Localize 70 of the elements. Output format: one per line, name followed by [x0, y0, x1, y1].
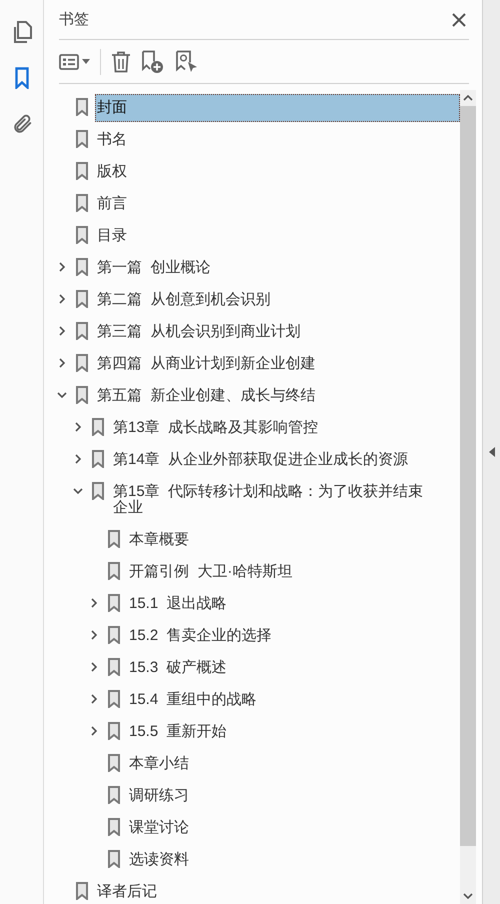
bookmark-icon	[76, 386, 88, 404]
bookmark-item[interactable]: 封面	[95, 94, 460, 122]
bookmark-item[interactable]: 开篇引例 大卫·哈特斯坦	[127, 558, 460, 586]
bookmark-icon	[76, 258, 88, 276]
chevron-right-icon[interactable]	[89, 597, 99, 609]
chevron-right-icon[interactable]	[89, 629, 99, 641]
bookmark-item[interactable]: 15.2 售卖企业的选择	[127, 622, 460, 650]
bookmark-icon	[108, 786, 120, 804]
chevron-right-icon[interactable]	[57, 261, 67, 273]
bookmark-icon	[76, 354, 88, 372]
bookmark-item[interactable]: 15.3 破产概述	[127, 654, 460, 682]
chevron-right-icon[interactable]	[57, 325, 67, 337]
bookmark-icon	[108, 850, 120, 868]
add-bookmark-icon[interactable]	[141, 48, 165, 74]
bookmark-icon	[108, 754, 120, 772]
scroll-up-icon[interactable]	[463, 95, 473, 101]
bookmark-item[interactable]: 第14章 从企业外部获取促进企业成长的资源	[111, 446, 460, 474]
delete-icon[interactable]	[111, 48, 131, 74]
scrollbar[interactable]	[460, 90, 476, 904]
collapse-arrow-icon[interactable]	[488, 447, 494, 457]
chevron-right-icon[interactable]	[89, 661, 99, 673]
bookmark-item[interactable]: 目录	[95, 222, 460, 250]
bookmark-item[interactable]: 15.5 重新开始	[127, 718, 460, 746]
bookmark-item[interactable]: 选读资料	[127, 846, 460, 874]
chevron-right-icon[interactable]	[57, 293, 67, 305]
bookmark-item[interactable]: 第四篇 从商业计划到新企业创建	[95, 350, 460, 378]
bookmark-icon	[76, 322, 88, 340]
bookmark-item[interactable]: 第五篇 新企业创建、成长与终结	[95, 382, 460, 410]
bookmark-icon	[92, 482, 104, 500]
caret-icon[interactable]	[82, 59, 90, 64]
chevron-right-icon[interactable]	[73, 453, 83, 465]
bookmark-icon	[92, 418, 104, 436]
bookmark-item[interactable]: 书名	[95, 126, 460, 154]
bookmark-item[interactable]: 第二篇 从创意到机会识别	[95, 286, 460, 314]
bookmark-item[interactable]: 译者后记	[95, 878, 460, 904]
bookmark-icon	[108, 594, 120, 612]
chevron-right-icon[interactable]	[89, 693, 99, 705]
bookmark-icon	[76, 194, 88, 212]
bookmark-item[interactable]: 前言	[95, 190, 460, 218]
find-bookmark-icon[interactable]	[175, 48, 199, 74]
bookmark-item[interactable]: 第三篇 从机会识别到商业计划	[95, 318, 460, 346]
bookmark-item[interactable]: 15.4 重组中的战略	[127, 686, 460, 714]
bookmark-icon	[108, 562, 120, 580]
bookmark-item[interactable]: 版权	[95, 158, 460, 186]
bookmark-icon	[76, 226, 88, 244]
bookmark-icon	[92, 450, 104, 468]
bookmark-item[interactable]: 调研练习	[127, 782, 460, 810]
bookmark-icon	[108, 626, 120, 644]
bookmark-icon	[76, 162, 88, 180]
bookmark-icon	[108, 690, 120, 708]
scroll-down-icon[interactable]	[463, 893, 473, 899]
bookmark-item[interactable]: 课堂讨论	[127, 814, 460, 842]
panel-title: 书签	[59, 10, 89, 29]
bookmark-icon	[108, 722, 120, 740]
chevron-right-icon[interactable]	[73, 421, 83, 433]
chevron-right-icon[interactable]	[89, 725, 99, 737]
chevron-right-icon[interactable]	[57, 357, 67, 369]
bookmark-item[interactable]: 第13章 成长战略及其影响管控	[111, 414, 460, 442]
bookmark-item[interactable]: 本章概要	[127, 526, 460, 554]
bookmark-icon	[108, 530, 120, 548]
bookmark-icon	[108, 818, 120, 836]
bookmark-item[interactable]: 第一篇 创业概论	[95, 254, 460, 282]
bookmark-icon	[76, 290, 88, 308]
bookmark-item[interactable]: 本章小结	[127, 750, 460, 778]
bookmark-item[interactable]: 15.1 退出战略	[127, 590, 460, 618]
bookmark-icon	[108, 658, 120, 676]
bookmark-icon	[76, 882, 88, 900]
bookmark-icon	[76, 130, 88, 148]
bookmark-item[interactable]: 第15章 代际转移计划和战略：为了收获并结束企业	[111, 478, 460, 522]
bookmark-icon	[76, 98, 88, 116]
